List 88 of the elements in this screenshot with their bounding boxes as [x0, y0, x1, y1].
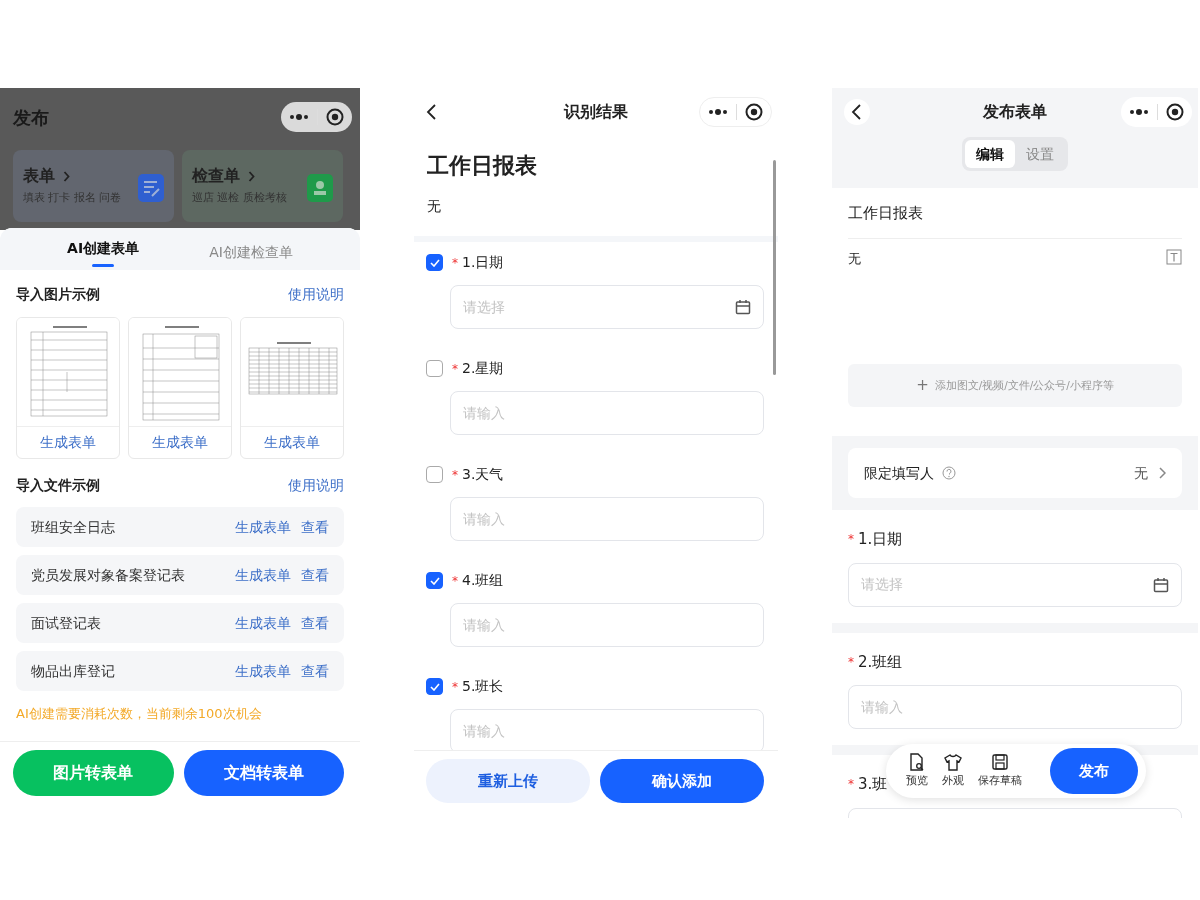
shirt-icon [944, 753, 962, 772]
toolbar-action[interactable]: 预览 [906, 753, 928, 789]
toolbar-action[interactable]: 外观 [942, 753, 964, 789]
form-description: 无 [427, 197, 442, 216]
toolbar-action[interactable]: 保存草稿 [978, 753, 1022, 789]
required-mark: * [848, 653, 854, 671]
edit-document-icon [138, 174, 164, 202]
preview-document-icon [908, 753, 926, 772]
required-mark: * [848, 776, 854, 794]
add-media-button[interactable]: + 添加图文/视频/文件/公众号/小程序等 [848, 364, 1182, 407]
generate-form-link[interactable]: 生成表单 [235, 516, 291, 538]
field-checkbox[interactable] [426, 254, 443, 272]
sheet-tab[interactable]: AI创建表单 [67, 238, 140, 266]
close-target-icon[interactable] [745, 103, 763, 121]
menu-capsule[interactable] [699, 97, 772, 127]
check-icon [429, 682, 440, 691]
back-icon[interactable] [851, 103, 863, 121]
calendar-icon [735, 299, 751, 316]
menu-capsule[interactable] [281, 102, 352, 132]
page-title: 发布表单 [983, 101, 1047, 123]
field-label: 5.班长 [462, 677, 504, 697]
view-link[interactable]: 查看 [301, 660, 329, 682]
segment-tab[interactable]: 设置 [1015, 140, 1065, 169]
back-icon[interactable] [426, 103, 438, 121]
required-mark: * [452, 572, 458, 590]
chevron-right-icon [63, 170, 70, 182]
save-icon [991, 753, 1009, 772]
quota-note: AI创建需要消耗次数，当前剩余100次机会 [16, 705, 263, 723]
required-mark: * [452, 360, 458, 378]
file-name: 物品出库登记 [31, 661, 116, 681]
field-label: 1.日期 [462, 253, 504, 273]
more-icon[interactable] [1129, 108, 1149, 116]
section-heading: 导入文件示例 [16, 476, 100, 495]
view-link[interactable]: 查看 [301, 564, 329, 586]
more-icon[interactable] [708, 108, 728, 116]
close-target-icon[interactable] [1166, 103, 1184, 121]
form-title: 工作日报表 [848, 188, 1182, 239]
card-title: 表单 [23, 165, 55, 187]
text-format-icon[interactable] [1166, 248, 1182, 265]
segment-tab[interactable]: 编辑 [965, 140, 1015, 169]
chevron-right-icon [248, 170, 255, 182]
generate-form-link[interactable]: 生成表单 [235, 612, 291, 634]
chevron-right-icon [1158, 467, 1166, 479]
view-link[interactable]: 查看 [301, 516, 329, 538]
field-label: 2.班组 [858, 651, 903, 673]
restrict-filler-row[interactable]: 限定填写人 无 [848, 448, 1182, 498]
check-icon [429, 258, 440, 267]
field-label: 3.班 [858, 774, 888, 795]
field-label: 3.天气 [462, 465, 504, 485]
stamp-icon [307, 174, 333, 202]
calendar-icon [1153, 576, 1169, 593]
form-title: 工作日报表 [427, 152, 538, 180]
publish-button[interactable]: 发布 [1050, 748, 1138, 794]
required-mark: * [452, 466, 458, 484]
more-icon[interactable] [289, 113, 309, 121]
section-heading: 导入图片示例 [16, 285, 100, 304]
field-checkbox[interactable] [426, 466, 443, 484]
row-value: 无 [1134, 463, 1148, 483]
file-name: 面试登记表 [31, 613, 102, 633]
help-link[interactable]: 使用说明 [288, 284, 344, 305]
required-mark: * [848, 531, 854, 549]
field-label: 4.班组 [462, 571, 504, 591]
check-icon [429, 576, 440, 585]
required-mark: * [452, 254, 458, 272]
page-title: 识别结果 [564, 101, 628, 123]
confirm-add-button[interactable]: 确认添加 [600, 759, 764, 803]
generate-form-link[interactable]: 生成表单 [235, 660, 291, 682]
field-label: 1.日期 [858, 529, 903, 550]
required-mark: * [452, 678, 458, 696]
field-label: 2.星期 [462, 359, 504, 379]
row-label: 限定填写人 [864, 463, 934, 483]
back-button[interactable] [844, 99, 870, 125]
generate-form-link[interactable]: 生成表单 [235, 564, 291, 586]
field-checkbox[interactable] [426, 360, 443, 378]
help-link[interactable]: 使用说明 [288, 475, 344, 496]
document-to-form-button[interactable]: 文档转表单 [183, 749, 344, 796]
field-checkbox[interactable] [426, 572, 443, 590]
field-checkbox[interactable] [426, 678, 443, 696]
menu-capsule[interactable] [1121, 97, 1192, 127]
page-title: 发布 [13, 105, 49, 130]
file-name: 班组安全日志 [31, 517, 116, 537]
reupload-button[interactable]: 重新上传 [426, 759, 590, 803]
sheet-tab[interactable]: AI创建检查单 [209, 238, 293, 266]
close-target-icon[interactable] [326, 108, 344, 126]
view-link[interactable]: 查看 [301, 612, 329, 634]
file-name: 党员发展对象备案登记表 [31, 565, 186, 585]
form-description: 无 [848, 249, 861, 268]
card-title: 检查单 [192, 165, 240, 187]
